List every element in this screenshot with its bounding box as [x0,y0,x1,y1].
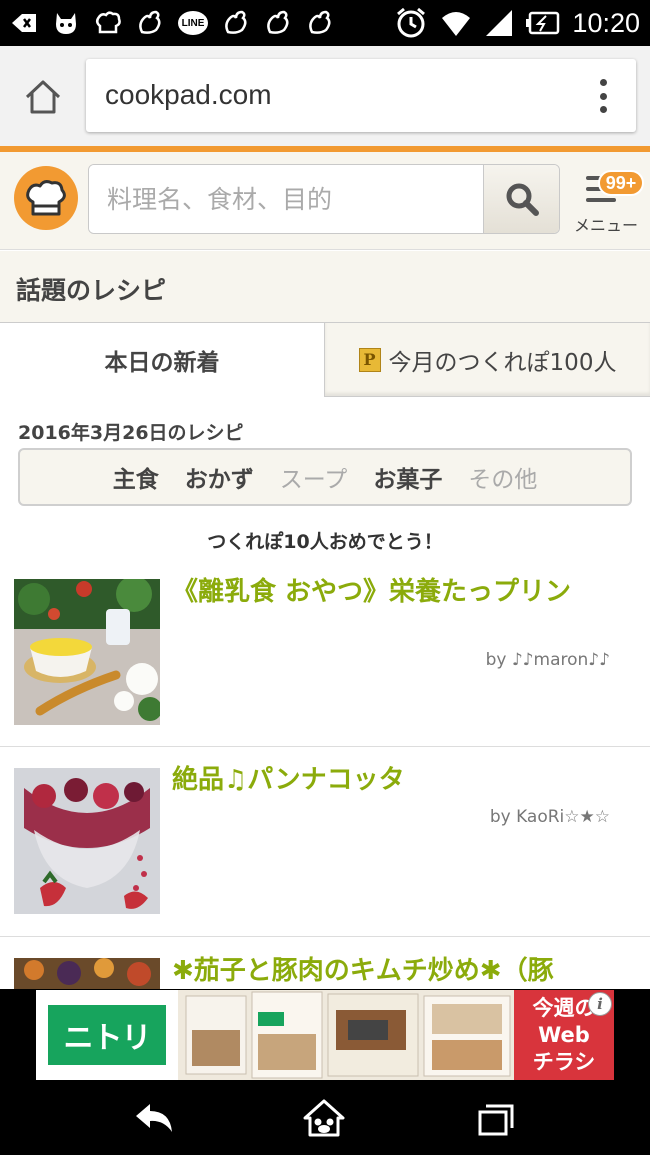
overflow-menu-icon[interactable] [598,79,608,113]
chef-hat-icon [96,11,121,34]
bird-icon [267,10,289,34]
menu-label: メニュー [573,216,638,235]
recipe-title[interactable]: 《離乳食 おやつ》栄養たっプリン [172,576,612,609]
ad-headline-line-3: チラシ [532,1050,596,1074]
home-icon[interactable] [24,78,62,116]
recipe-list-item[interactable]: 《離乳食 おやつ》栄養たっプリン by ♪♪maron♪♪ [0,560,650,747]
category-sweets[interactable]: お菓子 [373,460,442,494]
bird-icon [309,10,331,34]
recipe-title[interactable]: 絶品♫パンナコッタ [172,764,612,797]
back-arrow-icon [12,14,36,32]
line-app-icon: LINE [178,11,208,35]
search-input[interactable] [89,165,483,233]
ad-headline-line-2: Web [538,1023,590,1047]
home-nav-icon[interactable] [302,1098,346,1138]
back-icon[interactable] [132,1098,176,1138]
section-header: 話題のレシピ [0,251,650,323]
recipe-date: 2016年3月26日のレシピ [18,422,244,444]
ad-container: ニトリ 今週の Web チラシ i [0,989,650,1082]
search-button[interactable] [483,165,559,233]
congrats-message: つくれぽ10人おめでとう！ [207,531,443,553]
notification-badge: 99+ [598,170,644,196]
recipe-thumbnail[interactable] [14,958,160,989]
battery-icon [526,11,560,35]
ad-banner[interactable]: ニトリ 今週の Web チラシ i [36,990,614,1080]
address-bar[interactable]: cookpad.com [86,59,636,132]
bird-icon [225,10,247,34]
search-icon [506,183,539,216]
tab-today-new[interactable]: 本日の新着 [0,323,324,397]
recipe-thumbnail[interactable] [14,768,160,914]
search-box [88,164,560,234]
alarm-icon [397,7,426,38]
bird-icon [139,10,161,34]
site-header: 99+ メニュー [0,152,650,250]
ad-logo-text: ニトリ [48,1005,166,1065]
menu-button[interactable]: 99+ メニュー [568,170,644,235]
ad-image [178,990,514,1080]
category-main-dish[interactable]: 主食 [113,460,159,494]
browser-toolbar: cookpad.com [0,46,650,146]
recipe-list-item[interactable]: 絶品♫パンナコッタ by KaoRi☆★☆ [0,747,650,937]
wifi-icon [442,12,471,36]
category-soup: スープ [279,467,348,493]
tab-label: 今月のつくれぽ100人 [388,349,617,376]
system-nav-bar [0,1082,650,1155]
chef-hat-logo-icon [26,180,66,216]
signal-icon [486,10,513,36]
category-filter: 主食 おかず スープ お菓子 その他 [18,448,632,506]
recipe-title[interactable]: ✱茄子と豚肉のキムチ炒め✱（豚 [172,955,612,988]
ad-info-icon[interactable]: i [588,992,612,1016]
status-bar: LINE 10:20 [0,0,650,46]
url-text: cookpad.com [105,79,272,110]
recipe-list-item[interactable]: ✱茄子と豚肉のキムチ炒め✱（豚 [0,937,650,989]
recent-apps-icon[interactable] [474,1098,518,1138]
category-side-dish[interactable]: おかず [185,460,254,494]
cat-icon [56,13,76,34]
cookpad-logo[interactable] [14,166,78,230]
tsukurepo-p-icon: P [358,347,381,372]
page-title: 話題のレシピ [16,276,167,305]
tab-bar: 本日の新着 P 今月のつくれぽ100人 [0,323,650,397]
recipe-author[interactable]: by KaoRi☆★☆ [490,807,610,827]
ad-logo: ニトリ [36,990,178,1080]
tab-monthly-tsukurepo[interactable]: P 今月のつくれぽ100人 [324,323,650,397]
category-other: その他 [468,467,538,493]
clock: 10:20 [572,7,640,38]
recipe-thumbnail[interactable] [14,579,160,725]
recipe-author[interactable]: by ♪♪maron♪♪ [486,650,610,670]
